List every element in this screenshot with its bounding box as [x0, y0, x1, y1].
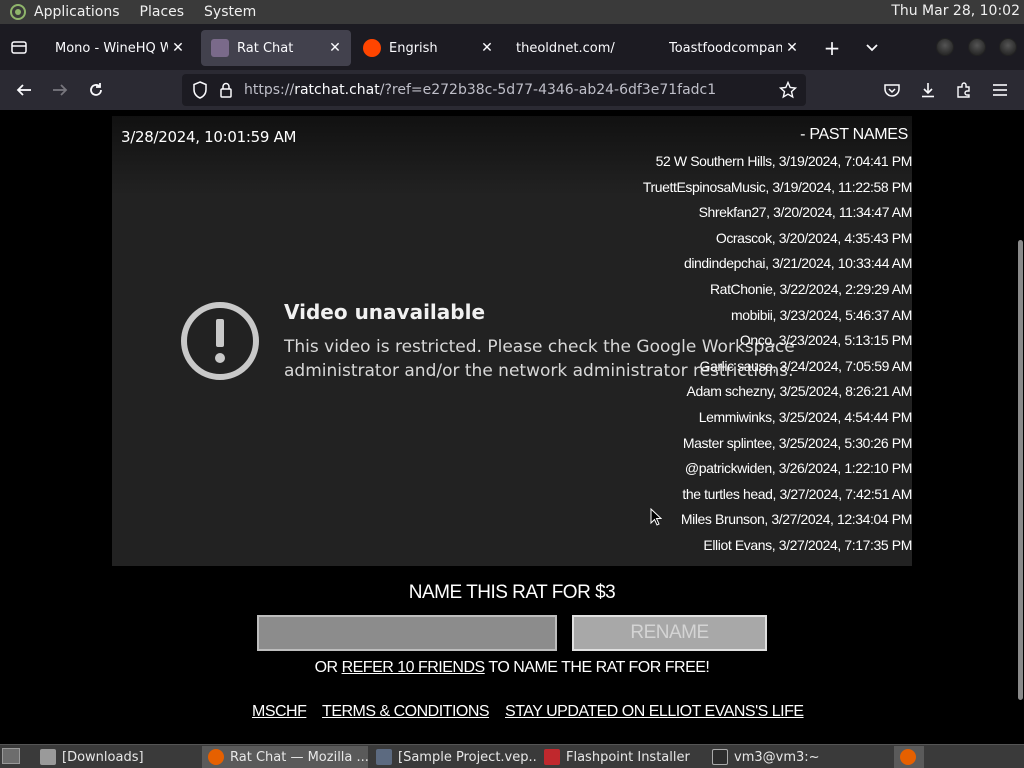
refer-prefix: OR	[314, 659, 342, 676]
past-name-entry: Shrekfan27, 3/20/2024, 11:34:47 AM	[698, 204, 912, 221]
task-sample-project[interactable]: [Sample Project.vep...	[370, 746, 536, 768]
flashpoint-icon	[544, 749, 560, 765]
tab-mono-winehq[interactable]: Mono - WineHQ Wiki ✕	[44, 30, 194, 66]
editor-icon	[376, 749, 392, 765]
close-icon[interactable]: ✕	[168, 38, 188, 58]
minimize-button[interactable]	[936, 38, 954, 56]
folder-icon	[40, 749, 56, 765]
maximize-button[interactable]	[968, 38, 986, 56]
tracking-shield-icon[interactable]	[190, 80, 210, 100]
current-timestamp: 3/28/2024, 10:01:59 AM	[121, 128, 297, 146]
task-flashpoint-installer[interactable]: Flashpoint Installer	[538, 746, 704, 768]
past-name-entry: Master splintee, 3/25/2024, 5:30:26 PM	[682, 434, 912, 451]
tab-title: Rat Chat	[237, 40, 294, 56]
menu-applications[interactable]: Applications	[34, 4, 120, 20]
tab-title: Toastfoodcompany	[669, 40, 782, 56]
rat-name-input[interactable]	[257, 615, 557, 651]
pocket-icon[interactable]	[880, 78, 904, 102]
nav-bar: https://ratchat.chat/?ref=e272b38c-5d77-…	[0, 70, 1024, 110]
close-icon[interactable]: ✕	[477, 38, 497, 58]
refer-suffix: TO NAME THE RAT FOR FREE!	[484, 659, 710, 676]
rename-button[interactable]: RENAME	[572, 615, 767, 651]
task-label: vm3@vm3:~	[734, 749, 820, 765]
close-icon[interactable]: ✕	[782, 38, 802, 58]
new-tab-plus-icon[interactable]: +	[820, 36, 844, 60]
past-name-entry: TruettEspinosaMusic, 3/19/2024, 11:22:58…	[642, 178, 912, 195]
hamburger-menu-icon[interactable]	[988, 78, 1012, 102]
firefox-view-icon[interactable]	[8, 36, 30, 58]
past-name-entry: RatChonie, 3/22/2024, 2:29:29 AM	[709, 280, 912, 297]
firefox-icon	[208, 749, 224, 765]
mschf-link[interactable]: MSCHF	[252, 703, 307, 720]
past-name-entry: Elliot Evans, 3/27/2024, 7:17:35 PM	[703, 536, 912, 553]
past-name-entry: Adam schezny, 3/25/2024, 8:26:21 AM	[686, 383, 912, 400]
download-icon[interactable]	[916, 78, 940, 102]
refer-friends-link[interactable]: REFER 10 FRIENDS	[342, 659, 486, 676]
tab-title: Mono - WineHQ Wiki	[55, 40, 168, 56]
past-name-entry: dindindepchai, 3/21/2024, 10:33:44 AM	[683, 255, 912, 272]
terms-link[interactable]: TERMS & CONDITIONS	[322, 703, 490, 720]
url-text[interactable]: https://ratchat.chat/?ref=e272b38c-5d77-…	[244, 82, 716, 98]
past-name-entry: Onco, 3/23/2024, 5:13:15 PM	[739, 332, 912, 349]
video-embed[interactable]: 3/28/2024, 10:01:59 AM Video unavailable…	[112, 116, 912, 566]
tab-rat-chat[interactable]: Rat Chat ✕	[201, 30, 351, 66]
firefox-icon	[900, 749, 916, 765]
video-unavailable-title: Video unavailable	[284, 300, 486, 324]
task-label: [Downloads]	[62, 749, 144, 765]
tab-toastfoodcompany[interactable]: Toastfoodcompany ✕	[658, 30, 808, 66]
task-rat-chat-firefox[interactable]: Rat Chat — Mozilla ...	[202, 746, 368, 768]
url-bar[interactable]: https://ratchat.chat/?ref=e272b38c-5d77-…	[182, 74, 806, 106]
scrollbar-thumb[interactable]	[1018, 240, 1023, 700]
tab-title: theoldnet.com/	[516, 40, 615, 56]
past-name-entry: Garlic sause, 3/24/2024, 7:05:59 AM	[699, 357, 912, 374]
past-name-entry: Lemmiwinks, 3/25/2024, 4:54:44 PM	[698, 408, 912, 425]
lock-icon[interactable]	[218, 80, 234, 100]
past-name-entry: @patrickwiden, 3/26/2024, 1:22:10 PM	[684, 460, 912, 477]
back-arrow-icon[interactable]	[12, 78, 36, 102]
reload-icon[interactable]	[84, 78, 108, 102]
past-name-entry: Ocrascok, 3/20/2024, 4:35:43 PM	[715, 229, 912, 246]
refer-line: OR REFER 10 FRIENDS TO NAME THE RAT FOR …	[0, 659, 1024, 677]
tray-firefox[interactable]	[894, 746, 924, 768]
past-name-entry: Miles Brunson, 3/27/2024, 12:34:04 PM	[680, 511, 912, 528]
reddit-favicon-icon	[363, 39, 381, 57]
tab-title: Engrish	[389, 40, 438, 56]
footer-links: MSCHF TERMS & CONDITIONS STAY UPDATED ON…	[252, 703, 816, 721]
close-icon[interactable]: ✕	[325, 38, 345, 58]
alert-exclamation-icon	[181, 302, 259, 380]
bottom-taskbar: [Downloads] Rat Chat — Mozilla ... [Samp…	[0, 744, 1024, 768]
tab-theoldnet[interactable]: theoldnet.com/	[505, 30, 655, 66]
terminal-icon	[712, 749, 728, 765]
page-content: 3/28/2024, 10:01:59 AM Video unavailable…	[0, 110, 1024, 744]
rename-heading: NAME THIS RAT FOR $3	[408, 582, 616, 603]
task-label: Flashpoint Installer	[566, 749, 690, 765]
panel-clock[interactable]: Thu Mar 28, 10:02	[891, 3, 1020, 19]
task-terminal[interactable]: vm3@vm3:~	[706, 746, 872, 768]
forward-arrow-icon[interactable]	[48, 78, 72, 102]
tab-strip: Mono - WineHQ Wiki ✕ Rat Chat ✕ Engrish …	[0, 24, 1024, 70]
extensions-puzzle-icon[interactable]	[952, 78, 976, 102]
task-downloads[interactable]: [Downloads]	[34, 746, 200, 768]
past-name-entry: the turtles head, 3/27/2024, 7:42:51 AM	[682, 485, 912, 502]
past-name-entry: 52 W Southern Hills, 3/19/2024, 7:04:41 …	[655, 153, 912, 169]
menu-system[interactable]: System	[204, 4, 256, 20]
top-panel: Applications Places System Thu Mar 28, 1…	[0, 0, 1024, 24]
bookmark-star-icon[interactable]	[778, 80, 798, 100]
menu-places[interactable]: Places	[140, 4, 185, 20]
rat-favicon-icon	[211, 39, 229, 57]
task-label: Rat Chat — Mozilla ...	[230, 749, 368, 765]
chevron-down-icon[interactable]	[860, 36, 884, 60]
task-label: [Sample Project.vep...	[398, 749, 536, 765]
mouse-cursor-icon	[650, 508, 662, 526]
page-scrollbar[interactable]	[1016, 110, 1024, 744]
tab-engrish[interactable]: Engrish ✕	[353, 30, 503, 66]
past-name-entry: mobibii, 3/23/2024, 5:46:37 AM	[730, 306, 912, 323]
gnome-foot-icon[interactable]	[8, 2, 28, 22]
past-names-list: - PAST NAMES 52 W Southern Hills, 3/19/2…	[582, 126, 912, 559]
past-names-header: - PAST NAMES	[800, 126, 908, 143]
show-desktop-icon[interactable]	[2, 748, 20, 764]
close-window-button[interactable]	[999, 38, 1017, 56]
elliot-evans-link[interactable]: STAY UPDATED ON ELLIOT EVANS'S LIFE	[505, 703, 804, 720]
